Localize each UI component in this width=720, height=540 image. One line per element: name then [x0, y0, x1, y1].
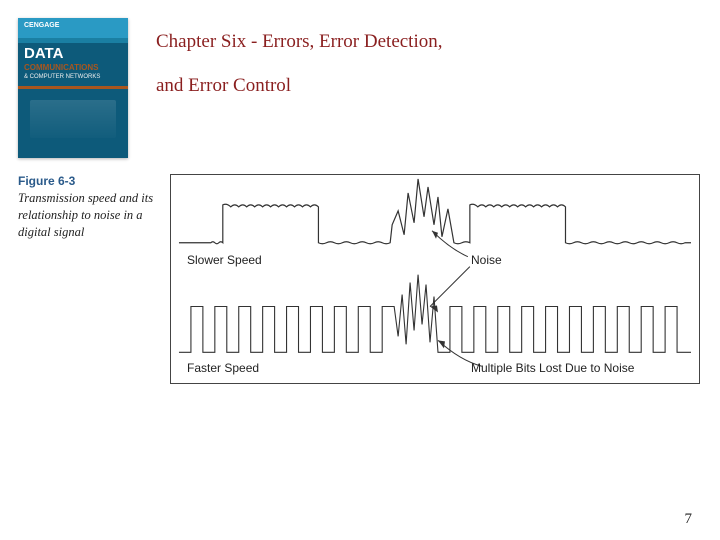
book-cover-thumbnail: CENGAGE DATA COMMUNICATIONS & COMPUTER N… [18, 18, 128, 158]
book-brand: CENGAGE [18, 18, 128, 38]
figure-caption: Transmission speed and its relationship … [18, 190, 158, 241]
book-title: DATA [24, 46, 63, 61]
noise-arrowhead-bottom [430, 306, 438, 313]
label-slower-speed: Slower Speed [187, 253, 262, 267]
figure-frame: Slower Speed Noise Faster Speed Multiple… [170, 174, 700, 384]
page-number: 7 [685, 511, 693, 528]
book-subtitle-1: COMMUNICATIONS [24, 64, 99, 72]
chapter-title: Chapter Six - Errors, Error Detection, a… [156, 18, 443, 107]
noise-arrow-bottom [430, 267, 470, 307]
noise-arrowhead-top [432, 231, 438, 239]
multiple-bits-arrowhead [438, 340, 445, 348]
figure-block: Figure 6-3 Transmission speed and its re… [18, 174, 702, 241]
noise-arrow-top [432, 231, 468, 257]
chapter-title-line-1: Chapter Six - Errors, Error Detection, [156, 20, 443, 64]
label-noise: Noise [471, 253, 502, 267]
label-multiple-bits: Multiple Bits Lost Due to Noise [471, 361, 634, 375]
chapter-title-line-2: and Error Control [156, 64, 443, 108]
faster-speed-waveform [179, 275, 691, 353]
book-graphic [30, 100, 116, 138]
signal-diagram [171, 175, 699, 384]
book-subtitle-2: & COMPUTER NETWORKS [24, 74, 100, 80]
label-faster-speed: Faster Speed [187, 361, 259, 375]
book-stripe [18, 86, 128, 89]
